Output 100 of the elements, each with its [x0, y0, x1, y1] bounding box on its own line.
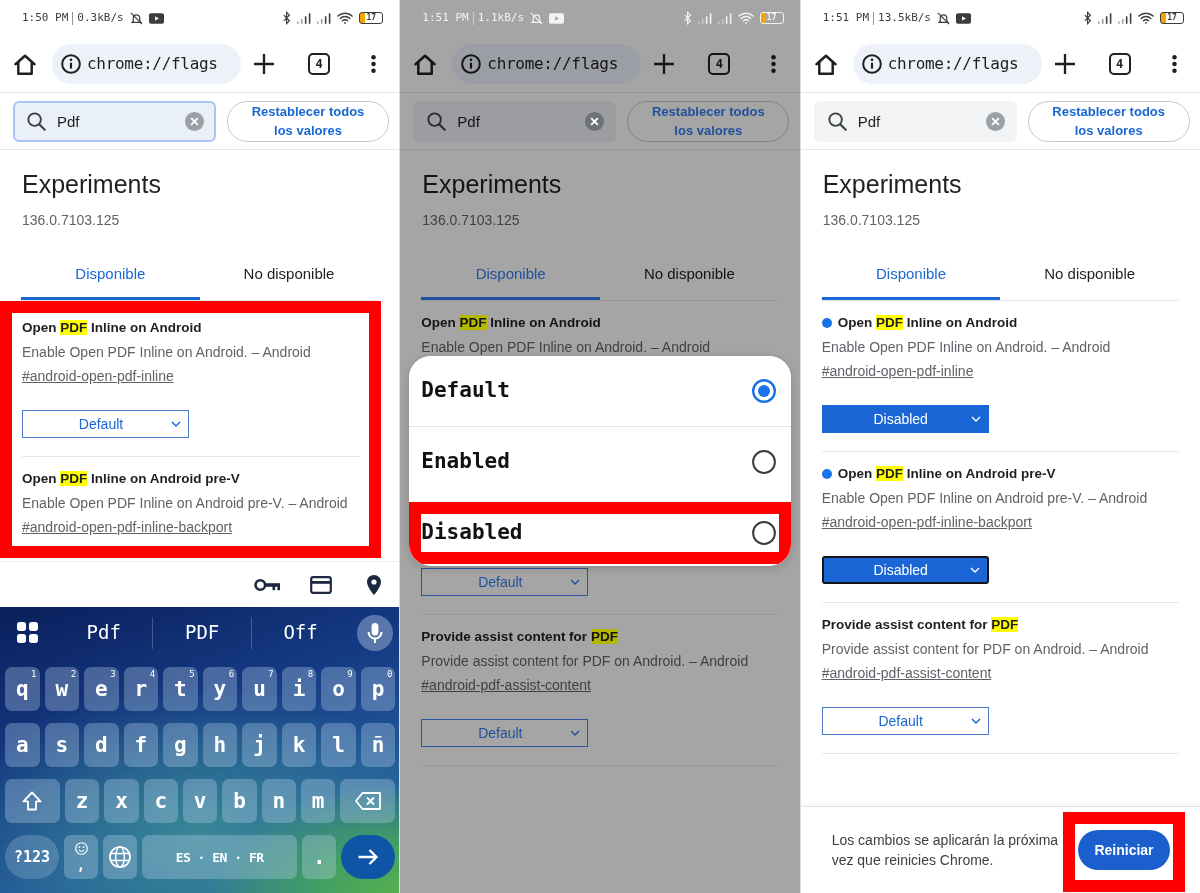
search-field[interactable]: Pdf	[13, 100, 216, 142]
restart-button[interactable]: Reiniciar	[1078, 830, 1170, 870]
address-bar[interactable]: chrome://flags	[52, 44, 241, 84]
key-hint: 9	[347, 669, 353, 679]
tab-switcher-button[interactable]: 4	[708, 53, 731, 75]
keyboard-key[interactable]: c	[143, 779, 178, 823]
keyboard-key[interactable]: m	[301, 779, 336, 823]
keyboard-key[interactable]: a	[5, 723, 40, 767]
keyboard-key[interactable]: g	[163, 723, 198, 767]
keyboard-key[interactable]: z	[64, 779, 100, 823]
search-field[interactable]: Pdf	[413, 100, 617, 142]
keyboard-key[interactable]: y 6	[202, 667, 238, 711]
flag-select[interactable]: Default	[421, 719, 589, 747]
plus-icon[interactable]	[1054, 54, 1075, 74]
option-item[interactable]: Default	[409, 356, 791, 426]
flag-select[interactable]: Disabled	[821, 556, 989, 584]
radio-icon[interactable]	[751, 521, 776, 545]
address-bar[interactable]: chrome://flags	[452, 44, 642, 84]
home-icon[interactable]	[814, 53, 837, 75]
apps-grid-icon[interactable]	[17, 622, 38, 643]
key-icon[interactable]	[254, 577, 281, 592]
url-text: chrome://flags	[87, 53, 218, 75]
keyboard-key[interactable]: h	[202, 723, 238, 767]
symbols-key[interactable]: ?123	[5, 835, 60, 879]
keyboard-key[interactable]: r 4	[123, 667, 159, 711]
search-field[interactable]: Pdf	[813, 100, 1017, 142]
keyboard-key[interactable]: t 5	[163, 667, 198, 711]
bell-slash-icon	[530, 11, 544, 25]
tab[interactable]: No disponible	[1000, 252, 1179, 300]
tab[interactable]: Disponible	[421, 252, 600, 300]
keyboard-key[interactable]: u 7	[242, 667, 277, 711]
card-icon[interactable]	[310, 575, 333, 594]
address-bar[interactable]: chrome://flags	[852, 44, 1042, 84]
clear-icon[interactable]	[185, 111, 204, 131]
keyboard-key[interactable]: o 9	[321, 667, 356, 711]
keyboard-key[interactable]: f	[123, 723, 159, 767]
radio-icon[interactable]	[751, 379, 776, 403]
more-menu-icon[interactable]	[771, 54, 777, 74]
space-key[interactable]: ES · EN · FR	[141, 835, 298, 879]
network-speed: 1.1kB/s	[477, 9, 525, 26]
keyboard-key[interactable]: s	[44, 723, 80, 767]
flag-select[interactable]: Disabled	[821, 405, 989, 433]
microphone-icon[interactable]	[357, 614, 394, 651]
footer-message: Los cambios se aplicarán la próxima vez que reinicies Chrome.	[831, 831, 1060, 870]
option-item[interactable]: Disabled	[409, 502, 791, 564]
clear-icon[interactable]	[585, 111, 605, 131]
backspace-key[interactable]	[340, 779, 396, 823]
suggestion-item[interactable]: Off	[250, 616, 350, 649]
enter-key[interactable]	[341, 835, 396, 879]
flag-link[interactable]: #android-open-pdf-inline	[821, 361, 974, 381]
keyboard-key[interactable]: l	[321, 723, 356, 767]
keyboard-key[interactable]: j	[242, 723, 277, 767]
shift-key[interactable]	[5, 779, 60, 823]
keyboard-key[interactable]: w 2	[44, 667, 80, 711]
page-heading: Experiments	[22, 169, 162, 200]
flag-link[interactable]: #android-pdf-assist-content	[821, 663, 992, 683]
tab-switcher-button[interactable]: 4	[308, 53, 330, 75]
suggestion-item[interactable]: Pdf	[54, 616, 153, 649]
language-key[interactable]	[102, 835, 137, 879]
plus-icon[interactable]	[654, 54, 675, 74]
flag-select[interactable]: Default	[821, 707, 989, 735]
search-icon	[827, 111, 847, 131]
keyboard-key[interactable]: i 8	[281, 667, 317, 711]
home-icon[interactable]	[14, 53, 36, 75]
keyboard-key[interactable]: n	[261, 779, 296, 823]
option-item[interactable]: Enabled	[409, 426, 791, 496]
keyboard-key[interactable]: k	[281, 723, 317, 767]
more-menu-icon[interactable]	[1171, 54, 1177, 74]
keyboard-key[interactable]: v	[183, 779, 218, 823]
location-pin-icon[interactable]	[367, 574, 382, 595]
status-time: 1:51 PM	[422, 9, 469, 26]
plus-icon[interactable]	[254, 54, 274, 74]
flag-select[interactable]: Default	[421, 568, 589, 596]
keyboard-key[interactable]: e 3	[84, 667, 119, 711]
emoji-key[interactable]: ,	[64, 835, 98, 879]
keyboard-key[interactable]: ñ	[360, 723, 396, 767]
radio-icon[interactable]	[751, 449, 776, 474]
keyboard-key[interactable]: p 0	[360, 667, 396, 711]
key-hint: 1	[31, 669, 37, 679]
bell-slash-icon	[937, 11, 950, 25]
home-icon[interactable]	[414, 53, 437, 75]
suggestion-item[interactable]: PDF	[152, 616, 251, 649]
flag-title: Provide assist content for PDF	[821, 616, 1019, 634]
tab[interactable]: No disponible	[600, 252, 779, 300]
clear-icon[interactable]	[985, 111, 1005, 131]
flag-link[interactable]: #android-open-pdf-inline-backport	[821, 512, 1032, 532]
flag-link[interactable]: #android-open-pdf-inline-backport	[22, 517, 233, 537]
keyboard-key[interactable]: q 1	[5, 667, 40, 711]
keyboard-key[interactable]: d	[84, 723, 119, 767]
tab[interactable]: Disponible	[821, 252, 1001, 300]
tab[interactable]: No disponible	[199, 252, 379, 300]
flag-link[interactable]: #android-pdf-assist-content	[421, 675, 591, 695]
network-speed: 0.3kB/s	[77, 9, 124, 26]
keyboard-key[interactable]: x	[104, 779, 139, 823]
more-menu-icon[interactable]	[371, 54, 376, 74]
keyboard-key[interactable]: b	[222, 779, 257, 823]
flag-title: Open PDF Inline on Android pre-V	[22, 470, 240, 488]
flag-link[interactable]: #android-open-pdf-inline	[22, 366, 174, 386]
flag-select[interactable]: Default	[22, 410, 189, 438]
tab-switcher-button[interactable]: 4	[1108, 53, 1131, 75]
